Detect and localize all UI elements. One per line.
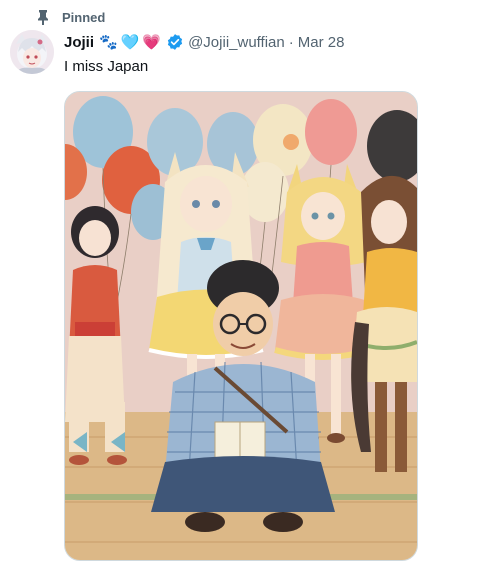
display-name[interactable]: Jojii [64, 34, 94, 51]
post-date[interactable]: Mar 28 [298, 34, 345, 51]
separator-dot: · [288, 33, 294, 51]
pink-heart-emoji: 💗 [142, 34, 162, 51]
light-blue-heart-emoji: 🩵 [120, 34, 140, 51]
verified-badge-icon[interactable] [166, 33, 184, 51]
pin-icon [38, 10, 48, 25]
paw-emoji: 🐾 [99, 34, 118, 51]
user-handle[interactable]: @Jojii_wuffian [188, 34, 285, 51]
tweet-header: Jojii 🐾 🩵 💗 @Jojii_wuffian · Mar 28 [64, 31, 344, 53]
avatar-image [10, 30, 54, 74]
tweet-text: I miss Japan [64, 58, 149, 75]
avatar[interactable] [10, 30, 54, 74]
pinned-label: Pinned [62, 9, 106, 25]
pinned-indicator: Pinned [36, 7, 105, 27]
anime-party-illustration [65, 92, 417, 560]
media-attachment[interactable] [64, 91, 418, 561]
tweet-card[interactable]: Pinned Jojii 🐾 🩵 💗 @Jojii_wuffian · Mar … [0, 0, 484, 572]
